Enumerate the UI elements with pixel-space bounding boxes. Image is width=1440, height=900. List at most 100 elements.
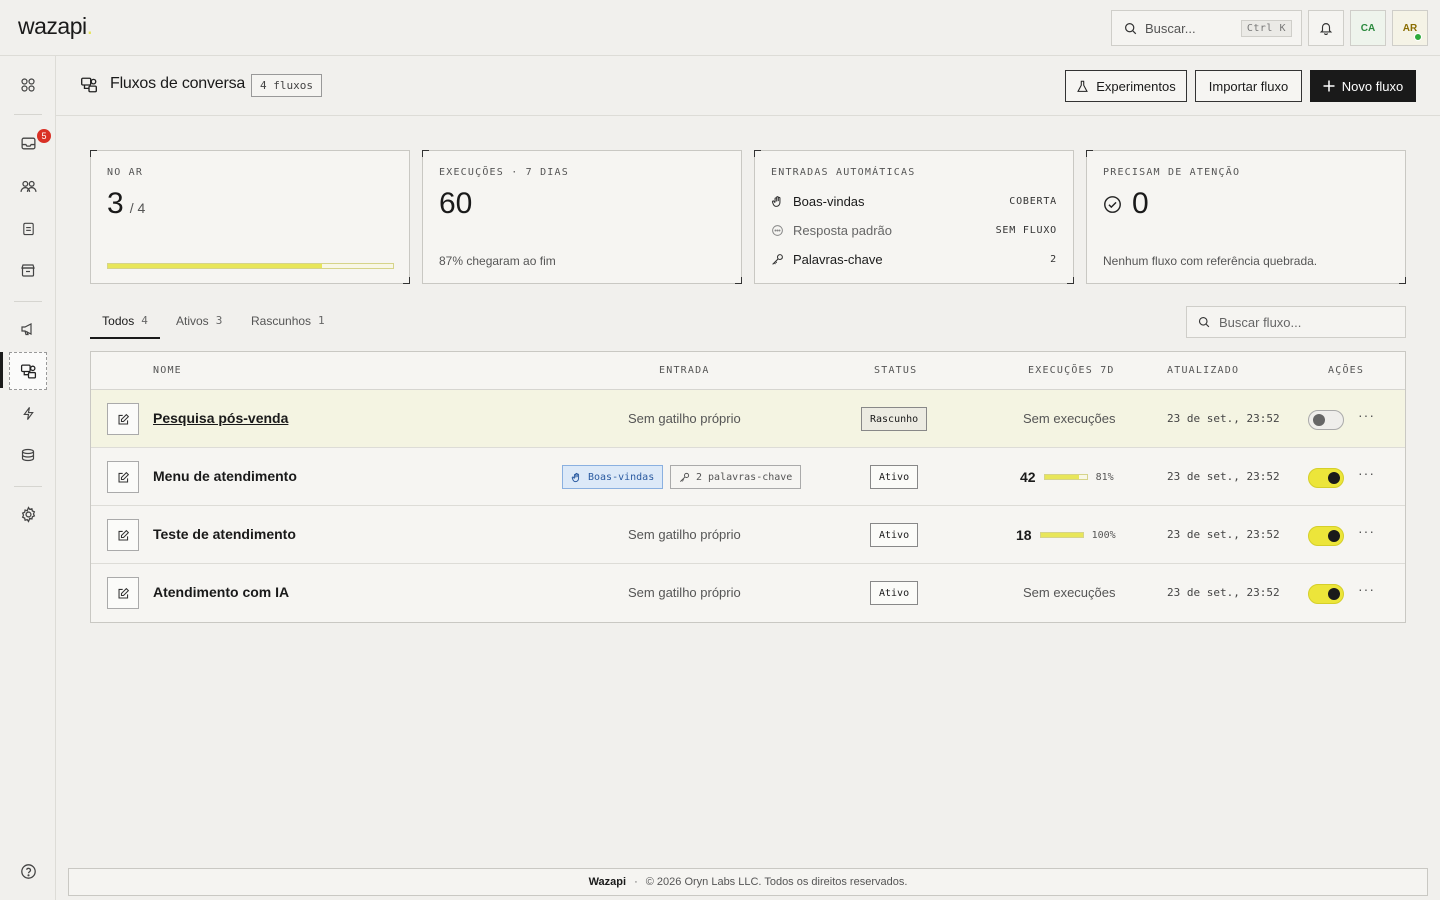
global-search[interactable]: Buscar... Ctrl K — [1111, 10, 1302, 46]
entry-chip-welcome[interactable]: Boas-vindas — [562, 465, 664, 489]
table-row[interactable]: Menu de atendimento Boas-vindas 2 palavr… — [91, 448, 1405, 506]
more-actions-icon[interactable]: ··· — [1358, 407, 1375, 423]
entry-text: Sem gatilho próprio — [628, 527, 741, 542]
wave-hand-icon — [571, 472, 580, 482]
inbox-icon — [20, 137, 36, 149]
footer: Wazapi · © 2026 Oryn Labs LLC. Todos os … — [68, 868, 1428, 896]
stat-value: 60 — [439, 187, 473, 220]
tab-drafts[interactable]: Rascunhos 1 — [251, 306, 325, 339]
flow-toggle[interactable] — [1308, 410, 1344, 430]
bolt-icon — [22, 406, 34, 420]
flow-name-link[interactable]: Menu de atendimento — [153, 468, 297, 484]
experiments-button[interactable]: Experimentos — [1065, 70, 1187, 102]
search-shortcut: Ctrl K — [1240, 19, 1292, 37]
new-flow-button[interactable]: Novo fluxo — [1310, 70, 1416, 102]
table-row[interactable]: Pesquisa pós-venda Sem gatilho próprio R… — [91, 390, 1405, 448]
tab-active[interactable]: Ativos 3 — [176, 306, 222, 339]
search-icon — [1198, 316, 1210, 328]
footer-separator: · — [634, 876, 638, 888]
stat-value: 0 — [1132, 187, 1149, 220]
flow-toggle[interactable] — [1308, 526, 1344, 546]
more-actions-icon[interactable]: ··· — [1358, 523, 1375, 539]
entry-text: Sem gatilho próprio — [628, 411, 741, 426]
sidebar-item-contacts[interactable] — [9, 167, 47, 205]
global-search-placeholder: Buscar... — [1145, 20, 1196, 36]
updated-at: 23 de set., 23:52 — [1167, 470, 1280, 483]
col-executions[interactable]: EXECUÇÕES 7D — [1028, 365, 1115, 376]
sidebar-item-inbox[interactable]: 5 — [9, 124, 51, 162]
sidebar-item-campaigns[interactable] — [9, 310, 47, 348]
col-actions: AÇÕES — [1328, 365, 1365, 376]
key-icon — [680, 472, 690, 482]
flows-table: NOME ENTRADA STATUS EXECUÇÕES 7D ATUALIZ… — [90, 351, 1406, 623]
stat-label: PRECISAM DE ATENÇÃO — [1103, 167, 1241, 178]
sidebar-item-store[interactable] — [9, 251, 47, 289]
import-flow-button[interactable]: Importar fluxo — [1195, 70, 1302, 102]
sidebar-item-tasks[interactable] — [9, 209, 47, 247]
status-badge: Ativo — [870, 465, 919, 489]
updated-at: 23 de set., 23:52 — [1167, 586, 1280, 599]
table-row[interactable]: Atendimento com IA Sem gatilho próprio A… — [91, 564, 1405, 622]
more-actions-icon[interactable]: ··· — [1358, 465, 1375, 481]
tab-all[interactable]: Todos 4 — [90, 306, 160, 339]
flow-search-input[interactable]: Buscar fluxo... — [1186, 306, 1406, 338]
stat-label: NO AR — [107, 167, 144, 178]
flow-name-link[interactable]: Pesquisa pós-venda — [153, 410, 288, 426]
sidebar-item-help[interactable] — [9, 852, 47, 890]
sidebar-item-integrations[interactable] — [9, 436, 47, 474]
edit-icon — [118, 587, 129, 598]
stat-card-on-air: NO AR 3/ 4 — [90, 150, 410, 284]
bell-icon — [1319, 23, 1333, 35]
stack-icon — [21, 448, 35, 462]
plus-icon — [1323, 80, 1335, 92]
footer-copyright: © 2026 Oryn Labs LLC. Todos os direitos … — [645, 876, 908, 888]
col-name[interactable]: NOME — [153, 365, 182, 376]
notifications-button[interactable] — [1308, 10, 1344, 46]
flow-name-link[interactable]: Teste de atendimento — [153, 526, 296, 542]
col-entry[interactable]: ENTRADA — [659, 365, 710, 376]
top-bar: wazapi. Buscar... Ctrl K CA AR — [0, 0, 1440, 56]
col-status[interactable]: STATUS — [874, 365, 917, 376]
stat-label: ENTRADAS AUTOMÁTICAS — [771, 167, 916, 178]
flow-name-link[interactable]: Atendimento com IA — [153, 584, 289, 600]
stat-subtitle: Nenhum fluxo com referência quebrada. — [1103, 254, 1318, 268]
stat-card-attention: PRECISAM DE ATENÇÃO 0 Nenhum fluxo com r… — [1086, 150, 1406, 284]
flow-toggle[interactable] — [1308, 584, 1344, 604]
gear-icon — [21, 505, 35, 523]
chat-icon — [772, 225, 783, 236]
flow-toggle[interactable] — [1308, 468, 1344, 488]
updated-at: 23 de set., 23:52 — [1167, 412, 1280, 425]
executions-cell: 42 81% — [1020, 469, 1114, 485]
sidebar: 5 — [0, 56, 56, 900]
flask-icon — [1077, 80, 1089, 92]
sidebar-item-automations[interactable] — [9, 394, 47, 432]
workspace-avatar[interactable]: CA — [1350, 10, 1386, 46]
col-updated[interactable]: ATUALIZADO — [1167, 365, 1239, 376]
page-title: Fluxos de conversa — [110, 75, 246, 92]
edit-icon — [118, 529, 129, 540]
sidebar-item-settings[interactable] — [9, 495, 47, 533]
edit-flow-button[interactable] — [107, 461, 139, 493]
app-logo[interactable]: wazapi. — [18, 13, 93, 40]
edit-flow-button[interactable] — [107, 519, 139, 551]
users-icon — [19, 180, 37, 192]
completion-bar — [1039, 532, 1084, 538]
grid-icon — [21, 78, 35, 92]
flows-icon — [20, 363, 36, 379]
edit-flow-button[interactable] — [107, 577, 139, 609]
on-air-progress — [107, 263, 394, 269]
sidebar-item-dashboard[interactable] — [9, 66, 47, 104]
entry-chip-keywords[interactable]: 2 palavras-chave — [670, 465, 802, 489]
edit-icon — [118, 413, 129, 424]
more-actions-icon[interactable]: ··· — [1358, 581, 1375, 597]
table-row[interactable]: Teste de atendimento Sem gatilho próprio… — [91, 506, 1405, 564]
flow-search-placeholder: Buscar fluxo... — [1219, 314, 1302, 330]
executions-cell: 18 100% — [1016, 527, 1116, 543]
stat-label: EXECUÇÕES · 7 DIAS — [439, 167, 569, 178]
table-header: NOME ENTRADA STATUS EXECUÇÕES 7D ATUALIZ… — [91, 352, 1405, 390]
megaphone-icon — [21, 323, 32, 336]
sidebar-item-flows[interactable] — [9, 352, 47, 390]
user-avatar[interactable]: AR — [1392, 10, 1428, 46]
search-icon — [1125, 22, 1137, 34]
edit-flow-button[interactable] — [107, 403, 139, 435]
